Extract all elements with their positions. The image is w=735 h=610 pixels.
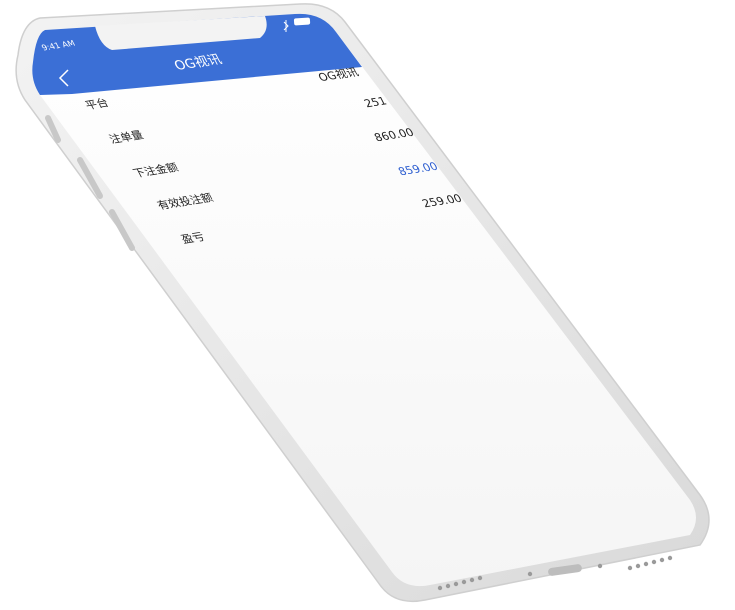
battery-icon	[293, 17, 311, 26]
phone-mockup	[0, 0, 735, 610]
phone-frame	[15, 3, 710, 603]
